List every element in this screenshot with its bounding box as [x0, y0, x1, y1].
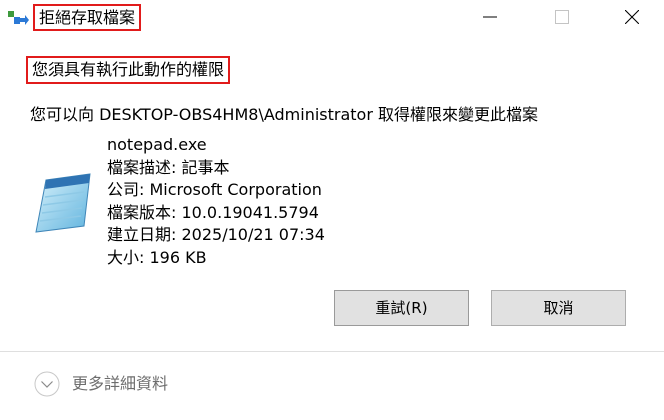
file-created-date: 建立日期: 2025/10/21 07:34 — [107, 225, 325, 244]
file-details: notepad.exe 檔案描述: 記事本 公司: Microsoft Corp… — [107, 134, 325, 269]
more-details-label: 更多詳細資料 — [72, 374, 169, 393]
file-description: 檔案描述: 記事本 — [107, 157, 230, 177]
title-bar[interactable]: 拒絕存取檔案 — [0, 0, 664, 36]
close-icon — [625, 10, 639, 24]
file-version: 檔案版本: 10.0.19041.5794 — [107, 202, 319, 222]
notepad-file-icon — [35, 173, 91, 233]
close-button[interactable] — [608, 0, 656, 34]
maximize-icon — [555, 10, 569, 24]
copy-permission-icon — [8, 11, 29, 25]
cancel-button[interactable]: 取消 — [491, 290, 626, 326]
access-denied-dialog: 拒絕存取檔案 您須具有執行此動作的權限 您可以向 DESKTOP-OBS4HM8… — [0, 0, 664, 420]
chevron-down-circle-icon — [34, 371, 60, 397]
file-name: notepad.exe — [107, 135, 207, 154]
window-title: 拒絕存取檔案 — [33, 4, 142, 31]
footer-divider — [0, 351, 664, 352]
file-company: 公司: Microsoft Corporation — [107, 180, 322, 199]
permission-heading: 您須具有執行此動作的權限 — [26, 56, 231, 84]
retry-button[interactable]: 重試(R) — [334, 290, 469, 326]
minimize-button[interactable] — [466, 0, 514, 34]
file-size: 大小: 196 KB — [107, 247, 207, 267]
minimize-icon — [483, 16, 497, 18]
permission-message: 您可以向 DESKTOP-OBS4HM8\Administrator 取得權限來… — [30, 105, 538, 124]
maximize-button[interactable] — [538, 0, 586, 34]
